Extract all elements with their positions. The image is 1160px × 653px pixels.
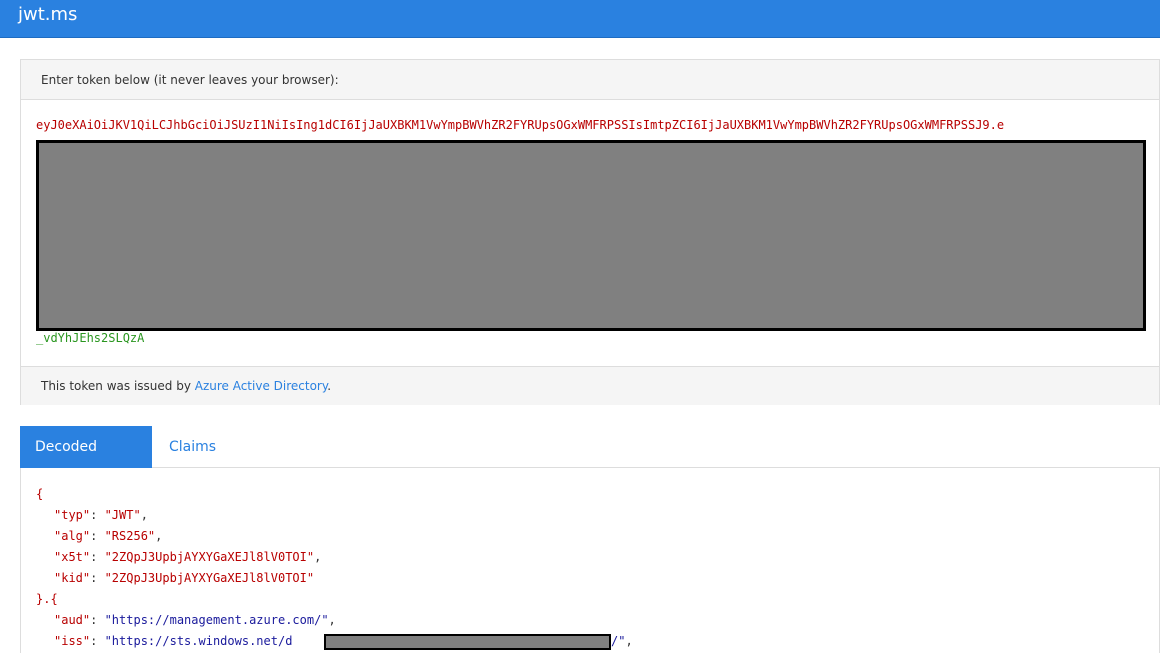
json-key: "alg": [54, 529, 91, 543]
redacted-token-payload: [36, 140, 1146, 331]
issuer-suffix: .: [327, 379, 332, 393]
issuer-notice: This token was issued by Azure Active Di…: [41, 379, 331, 393]
json-value: "https://sts.windows.net/d: [104, 634, 293, 648]
token-panel-heading: Enter token below (it never leaves your …: [21, 60, 1159, 100]
tab-claims[interactable]: Claims: [154, 426, 231, 468]
json-value: "2ZQpJ3UpbjAYXYGaXEJl8lV0TOI": [104, 571, 315, 585]
json-trail: ,: [625, 634, 633, 648]
json-trail: ,: [328, 613, 336, 627]
json-value: "https://management.azure.com/": [104, 613, 329, 627]
decoded-token-view: { "typ": "JWT", "alg": "RS256", "x5t": "…: [20, 468, 1160, 653]
token-panel-footer: This token was issued by Azure Active Di…: [21, 366, 1159, 405]
json-separator: }.{: [36, 592, 58, 606]
json-line-tail: /",: [611, 631, 633, 652]
redacted-tenant-id: [324, 634, 611, 650]
json-key: "typ": [54, 508, 91, 522]
token-header-segment[interactable]: eyJ0eXAiOiJKV1QiLCJhbGciOiJSUzI1NiIsIng1…: [36, 118, 1146, 132]
json-key: "kid": [54, 571, 91, 585]
tab-decoded-token[interactable]: Decoded Token: [20, 426, 152, 497]
json-key: "x5t": [54, 550, 91, 564]
json-key: "iss": [54, 634, 91, 648]
issuer-prefix: This token was issued by: [41, 379, 195, 393]
json-line: "iss": "https://sts.windows.net/d: [54, 634, 293, 648]
result-tabs: Decoded Token Claims: [20, 426, 1160, 497]
json-trail: ,: [140, 508, 148, 522]
json-trail: ,: [314, 550, 322, 564]
json-value: "RS256": [104, 529, 156, 543]
token-input-panel: Enter token below (it never leaves your …: [20, 59, 1160, 405]
token-input-instructions: Enter token below (it never leaves your …: [41, 73, 339, 87]
json-line: "alg": "RS256",: [54, 529, 163, 543]
token-signature-segment[interactable]: _vdYhJEhs2SLQzA: [36, 331, 1146, 345]
json-line: "typ": "JWT",: [54, 508, 148, 522]
json-trail: ,: [155, 529, 163, 543]
json-key: "aud": [54, 613, 91, 627]
json-value-end: /": [611, 634, 626, 648]
json-line: "x5t": "2ZQpJ3UpbjAYXYGaXEJl8lV0TOI",: [54, 550, 322, 564]
brand-logo[interactable]: jwt.ms: [18, 4, 77, 25]
json-line: "kid": "2ZQpJ3UpbjAYXYGaXEJl8lV0TOI": [54, 571, 315, 585]
top-navbar: jwt.ms: [0, 0, 1160, 38]
json-line: "aud": "https://management.azure.com/",: [54, 613, 336, 627]
json-value: "JWT": [104, 508, 141, 522]
issuer-link[interactable]: Azure Active Directory: [195, 379, 328, 393]
json-value: "2ZQpJ3UpbjAYXYGaXEJl8lV0TOI": [104, 550, 315, 564]
json-open-brace: {: [36, 487, 44, 501]
